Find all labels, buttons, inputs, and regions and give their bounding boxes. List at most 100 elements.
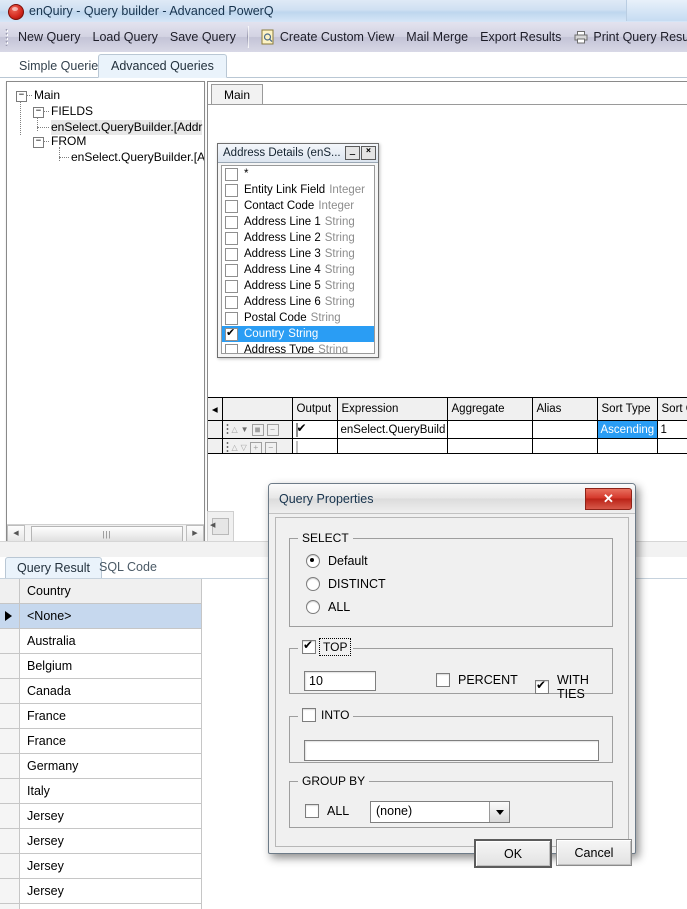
- percent-option[interactable]: PERCENT: [436, 673, 518, 687]
- cell-country[interactable]: Germany: [20, 754, 202, 779]
- move-down-icon[interactable]: ▼: [241, 425, 249, 434]
- add-row-icon[interactable]: +: [249, 441, 262, 453]
- table-row[interactable]: Jersey: [0, 804, 202, 829]
- cell-country[interactable]: Jersey: [20, 804, 202, 829]
- toolbar-button-create-custom-view[interactable]: Create Custom View: [254, 26, 400, 48]
- tree-node-from[interactable]: FROM: [51, 134, 86, 149]
- column-header-output[interactable]: Output: [292, 398, 338, 421]
- tree-expander-main[interactable]: −: [16, 91, 27, 102]
- close-icon[interactable]: ×: [361, 146, 376, 160]
- move-up-icon[interactable]: △: [232, 443, 238, 452]
- list-item[interactable]: Address Type String: [222, 342, 374, 353]
- cell-expression[interactable]: enSelect.QueryBuild: [337, 420, 448, 439]
- tab-advanced-queries[interactable]: Advanced Queries: [98, 54, 227, 78]
- toolbar-grip[interactable]: [5, 28, 8, 46]
- cell-country[interactable]: Jersey: [20, 904, 202, 909]
- dialog-titlebar[interactable]: Query Properties ✕: [269, 484, 635, 514]
- cell-aggregate[interactable]: [447, 438, 533, 453]
- column-header-aggregate[interactable]: Aggregate: [447, 398, 533, 421]
- tab-sql-code[interactable]: SQL Code: [88, 557, 168, 578]
- field-checkbox[interactable]: [225, 263, 238, 277]
- column-header-country[interactable]: Country: [20, 579, 202, 604]
- cell-country[interactable]: Italy: [20, 779, 202, 804]
- tree-node-fields-item[interactable]: enSelect.QueryBuilder.[Addr: [51, 120, 203, 135]
- cancel-button[interactable]: Cancel: [556, 839, 632, 866]
- table-row[interactable]: Germany: [0, 754, 202, 779]
- chevron-down-icon[interactable]: [489, 802, 509, 822]
- with-ties-option[interactable]: WITH TIES: [535, 673, 612, 701]
- radio-all[interactable]: [306, 600, 320, 614]
- cell-country[interactable]: <None>: [20, 604, 202, 629]
- group-by-all-checkbox[interactable]: [305, 804, 319, 818]
- query-result-grid[interactable]: Country <None> Australia Belgium Canada …: [0, 579, 202, 909]
- window-controls-area[interactable]: [626, 0, 687, 21]
- tree-node-fields[interactable]: FIELDS: [51, 104, 93, 119]
- tree-horizontal-scrollbar[interactable]: ◀ ||| ▶: [7, 524, 204, 541]
- ok-button[interactable]: OK: [474, 839, 552, 868]
- list-item[interactable]: Entity Link Field Integer: [222, 182, 374, 198]
- field-checkbox[interactable]: [225, 327, 238, 341]
- table-row[interactable]: Italy: [0, 779, 202, 804]
- field-checkbox[interactable]: [225, 167, 238, 181]
- scroll-thumb[interactable]: |||: [31, 525, 183, 541]
- cell-country[interactable]: Canada: [20, 679, 202, 704]
- top-value-input[interactable]: [304, 671, 376, 691]
- move-up-icon[interactable]: △: [232, 425, 238, 434]
- row-handle[interactable]: △ ▼ ■ −: [222, 420, 293, 439]
- cell-country[interactable]: Jersey: [20, 879, 202, 904]
- cell-alias[interactable]: [532, 420, 598, 439]
- scroll-track[interactable]: |||: [25, 525, 186, 541]
- close-icon[interactable]: ✕: [585, 487, 632, 510]
- percent-checkbox[interactable]: [436, 673, 450, 687]
- field-checkbox[interactable]: [225, 231, 238, 245]
- field-checkbox[interactable]: [225, 295, 238, 309]
- list-item[interactable]: Address Line 6 String: [222, 294, 374, 310]
- tree-expander-from[interactable]: −: [33, 137, 44, 148]
- radio-default[interactable]: [306, 554, 320, 568]
- query-tree[interactable]: − Main − FIELDS enSelect.QueryBuilder.[A…: [7, 82, 204, 524]
- tree-expander-fields[interactable]: −: [33, 107, 44, 118]
- expression-grid[interactable]: ◂ Output Expression Aggregate Alias Sort…: [208, 397, 687, 454]
- table-row[interactable]: Canada: [0, 679, 202, 704]
- table-row[interactable]: Jersey: [0, 854, 202, 879]
- cell-alias[interactable]: [532, 438, 598, 453]
- radio-option-default[interactable]: Default: [306, 554, 368, 568]
- scroll-left-icon[interactable]: ◀: [7, 524, 25, 541]
- cell-output[interactable]: [292, 420, 338, 439]
- cell-country[interactable]: Jersey: [20, 854, 202, 879]
- cell-country[interactable]: Australia: [20, 629, 202, 654]
- column-header-alias[interactable]: Alias: [532, 398, 598, 421]
- scroll-right-icon[interactable]: ▶: [186, 524, 204, 541]
- table-row[interactable]: France: [0, 729, 202, 754]
- list-item[interactable]: *: [222, 166, 374, 182]
- diagram-canvas[interactable]: Address Details (enS... _ × * Entity Lin…: [208, 105, 687, 541]
- radio-distinct[interactable]: [306, 577, 320, 591]
- toolbar-button-save-query[interactable]: Save Query: [164, 27, 242, 47]
- cell-country[interactable]: France: [20, 704, 202, 729]
- top-checkbox[interactable]: [302, 638, 316, 654]
- table-row[interactable]: Australia: [0, 629, 202, 654]
- cell-sort-type[interactable]: Ascending: [597, 420, 658, 439]
- cell-country[interactable]: Jersey: [20, 829, 202, 854]
- table-row[interactable]: France: [0, 704, 202, 729]
- output-checkbox[interactable]: [295, 440, 298, 453]
- list-item[interactable]: Address Line 1 String: [222, 214, 374, 230]
- table-row[interactable]: △ ▽ + −: [208, 438, 687, 453]
- column-header-sort-order[interactable]: Sort Order: [657, 398, 687, 421]
- row-drag-handle[interactable]: [225, 441, 229, 453]
- list-item[interactable]: Address Line 4 String: [222, 262, 374, 278]
- cell-expression[interactable]: [337, 438, 448, 453]
- cell-sort-type[interactable]: [597, 438, 658, 453]
- radio-option-all[interactable]: ALL: [306, 600, 350, 614]
- field-checkbox[interactable]: [225, 343, 238, 353]
- add-row-icon[interactable]: ■: [251, 423, 264, 436]
- table-row[interactable]: <None>: [0, 604, 202, 629]
- list-item[interactable]: Contact Code Integer: [222, 198, 374, 214]
- grid-corner-handle[interactable]: ◂: [208, 398, 223, 421]
- cell-country[interactable]: France: [20, 729, 202, 754]
- table-row[interactable]: Jersey: [0, 829, 202, 854]
- minimize-icon[interactable]: _: [345, 146, 360, 160]
- toolbar-button-print-query-result[interactable]: Print Query Result: [567, 26, 687, 48]
- list-item[interactable]: Postal Code String: [222, 310, 374, 326]
- table-row[interactable]: △ ▼ ■ − enSelect.QueryBuild: [208, 420, 687, 439]
